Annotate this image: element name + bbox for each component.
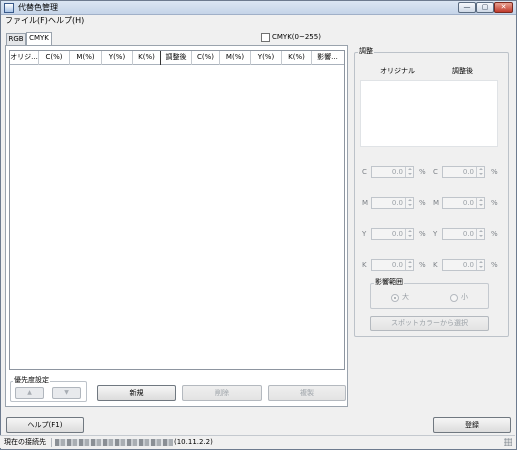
- original-k-label: K: [362, 261, 367, 269]
- adjusted-y-value: 0.0: [462, 230, 474, 238]
- close-button[interactable]: ✕: [494, 2, 513, 13]
- status-bar: 現在の接続先 (10.11.2.2): [0, 435, 515, 448]
- adjusted-c-label: C: [433, 168, 438, 176]
- select-from-spot-color-button[interactable]: スポットカラーから選択: [370, 316, 489, 331]
- spinner-arrows-icon[interactable]: [405, 167, 413, 177]
- spinner-arrows-icon[interactable]: [405, 260, 413, 270]
- original-k-spinner[interactable]: 0.0: [371, 259, 414, 271]
- range-small-label[interactable]: 小: [461, 293, 468, 302]
- column-header-adjusted-m[interactable]: M(%): [220, 51, 251, 65]
- table-header: オリジ... C(%) M(%) Y(%) K(%) 調整後 C(%) M(%)…: [10, 51, 344, 65]
- original-k-value: 0.0: [391, 261, 403, 269]
- menu-help[interactable]: ヘルプ(H): [48, 16, 84, 26]
- cmyk-range-checkbox-label[interactable]: CMYK(0~255): [272, 33, 321, 42]
- adjusted-m-spinner[interactable]: 0.0: [442, 197, 485, 209]
- column-header-adjusted-y[interactable]: Y(%): [251, 51, 282, 65]
- original-y-spinner[interactable]: 0.0: [371, 228, 414, 240]
- connection-ip: (10.11.2.2): [174, 438, 213, 446]
- column-header-original-y[interactable]: Y(%): [102, 51, 133, 65]
- app-icon: [4, 3, 14, 13]
- adjust-group-label: 調整: [358, 47, 374, 56]
- adjusted-c-spinner[interactable]: 0.0: [442, 166, 485, 178]
- resize-grip-icon[interactable]: [504, 438, 512, 446]
- connection-label: 現在の接続先: [4, 438, 46, 446]
- adjusted-m-unit: %: [491, 199, 498, 207]
- menu-bar: ファイル(F) ヘルプ(H): [1, 15, 516, 27]
- tab-rgb[interactable]: RGB: [6, 33, 26, 45]
- adjust-adjusted-header: 調整後: [452, 67, 473, 75]
- adjust-original-header: オリジナル: [380, 67, 415, 75]
- spinner-arrows-icon[interactable]: [476, 260, 484, 270]
- redacted-hostname: [55, 439, 173, 446]
- column-header-original-c[interactable]: C(%): [39, 51, 70, 65]
- range-large-label[interactable]: 大: [402, 293, 409, 302]
- original-m-spinner[interactable]: 0.0: [371, 197, 414, 209]
- column-header-influence[interactable]: 影響...: [312, 51, 343, 65]
- minimize-button[interactable]: —: [458, 2, 476, 13]
- tab-cmyk[interactable]: CMYK: [26, 32, 52, 45]
- adjusted-m-label: M: [433, 199, 440, 207]
- original-c-label: C: [362, 168, 367, 176]
- influence-range-label: 影響範囲: [374, 278, 404, 287]
- column-header-adjusted[interactable]: 調整後: [161, 51, 192, 65]
- priority-up-button[interactable]: ▲: [15, 387, 44, 399]
- spinner-arrows-icon[interactable]: [405, 229, 413, 239]
- original-c-value: 0.0: [391, 168, 403, 176]
- new-button[interactable]: 新規: [97, 385, 176, 401]
- spinner-arrows-icon[interactable]: [405, 198, 413, 208]
- range-small-radio[interactable]: [450, 294, 458, 302]
- alternate-color-table[interactable]: オリジ... C(%) M(%) Y(%) K(%) 調整後 C(%) M(%)…: [9, 50, 345, 370]
- register-button[interactable]: 登録: [433, 417, 511, 433]
- status-divider: [51, 438, 52, 447]
- adjusted-k-unit: %: [491, 261, 498, 269]
- delete-button[interactable]: 削除: [182, 385, 262, 401]
- priority-group-label: 優先度設定: [13, 376, 50, 385]
- column-header-original-m[interactable]: M(%): [70, 51, 102, 65]
- color-preview: [360, 80, 498, 147]
- adjusted-m-value: 0.0: [462, 199, 474, 207]
- column-header-adjusted-c[interactable]: C(%): [192, 51, 220, 65]
- original-c-unit: %: [419, 168, 426, 176]
- spinner-arrows-icon[interactable]: [476, 167, 484, 177]
- spinner-arrows-icon[interactable]: [476, 198, 484, 208]
- original-m-value: 0.0: [391, 199, 403, 207]
- original-m-unit: %: [419, 199, 426, 207]
- cmyk-range-checkbox[interactable]: [261, 33, 270, 42]
- window-title: 代替色管理: [18, 3, 58, 12]
- original-y-unit: %: [419, 230, 426, 238]
- original-k-unit: %: [419, 261, 426, 269]
- title-bar[interactable]: 代替色管理 — ▢ ✕: [1, 1, 516, 15]
- duplicate-button[interactable]: 複製: [268, 385, 346, 401]
- original-y-value: 0.0: [391, 230, 403, 238]
- original-c-spinner[interactable]: 0.0: [371, 166, 414, 178]
- maximize-button[interactable]: ▢: [476, 2, 494, 13]
- spinner-arrows-icon[interactable]: [476, 229, 484, 239]
- adjusted-k-value: 0.0: [462, 261, 474, 269]
- adjusted-k-spinner[interactable]: 0.0: [442, 259, 485, 271]
- adjusted-y-label: Y: [433, 230, 438, 238]
- column-header-original[interactable]: オリジ...: [10, 51, 39, 65]
- adjusted-k-label: K: [433, 261, 438, 269]
- adjusted-y-spinner[interactable]: 0.0: [442, 228, 485, 240]
- original-y-label: Y: [362, 230, 367, 238]
- column-header-original-k[interactable]: K(%): [133, 51, 161, 65]
- range-large-radio[interactable]: [391, 294, 399, 302]
- column-header-adjusted-k[interactable]: K(%): [282, 51, 312, 65]
- help-button[interactable]: ヘルプ(F1): [6, 417, 84, 433]
- adjusted-c-value: 0.0: [462, 168, 474, 176]
- original-m-label: M: [362, 199, 369, 207]
- menu-file[interactable]: ファイル(F): [5, 16, 48, 26]
- adjusted-y-unit: %: [491, 230, 498, 238]
- adjusted-c-unit: %: [491, 168, 498, 176]
- priority-down-button[interactable]: ▼: [52, 387, 81, 399]
